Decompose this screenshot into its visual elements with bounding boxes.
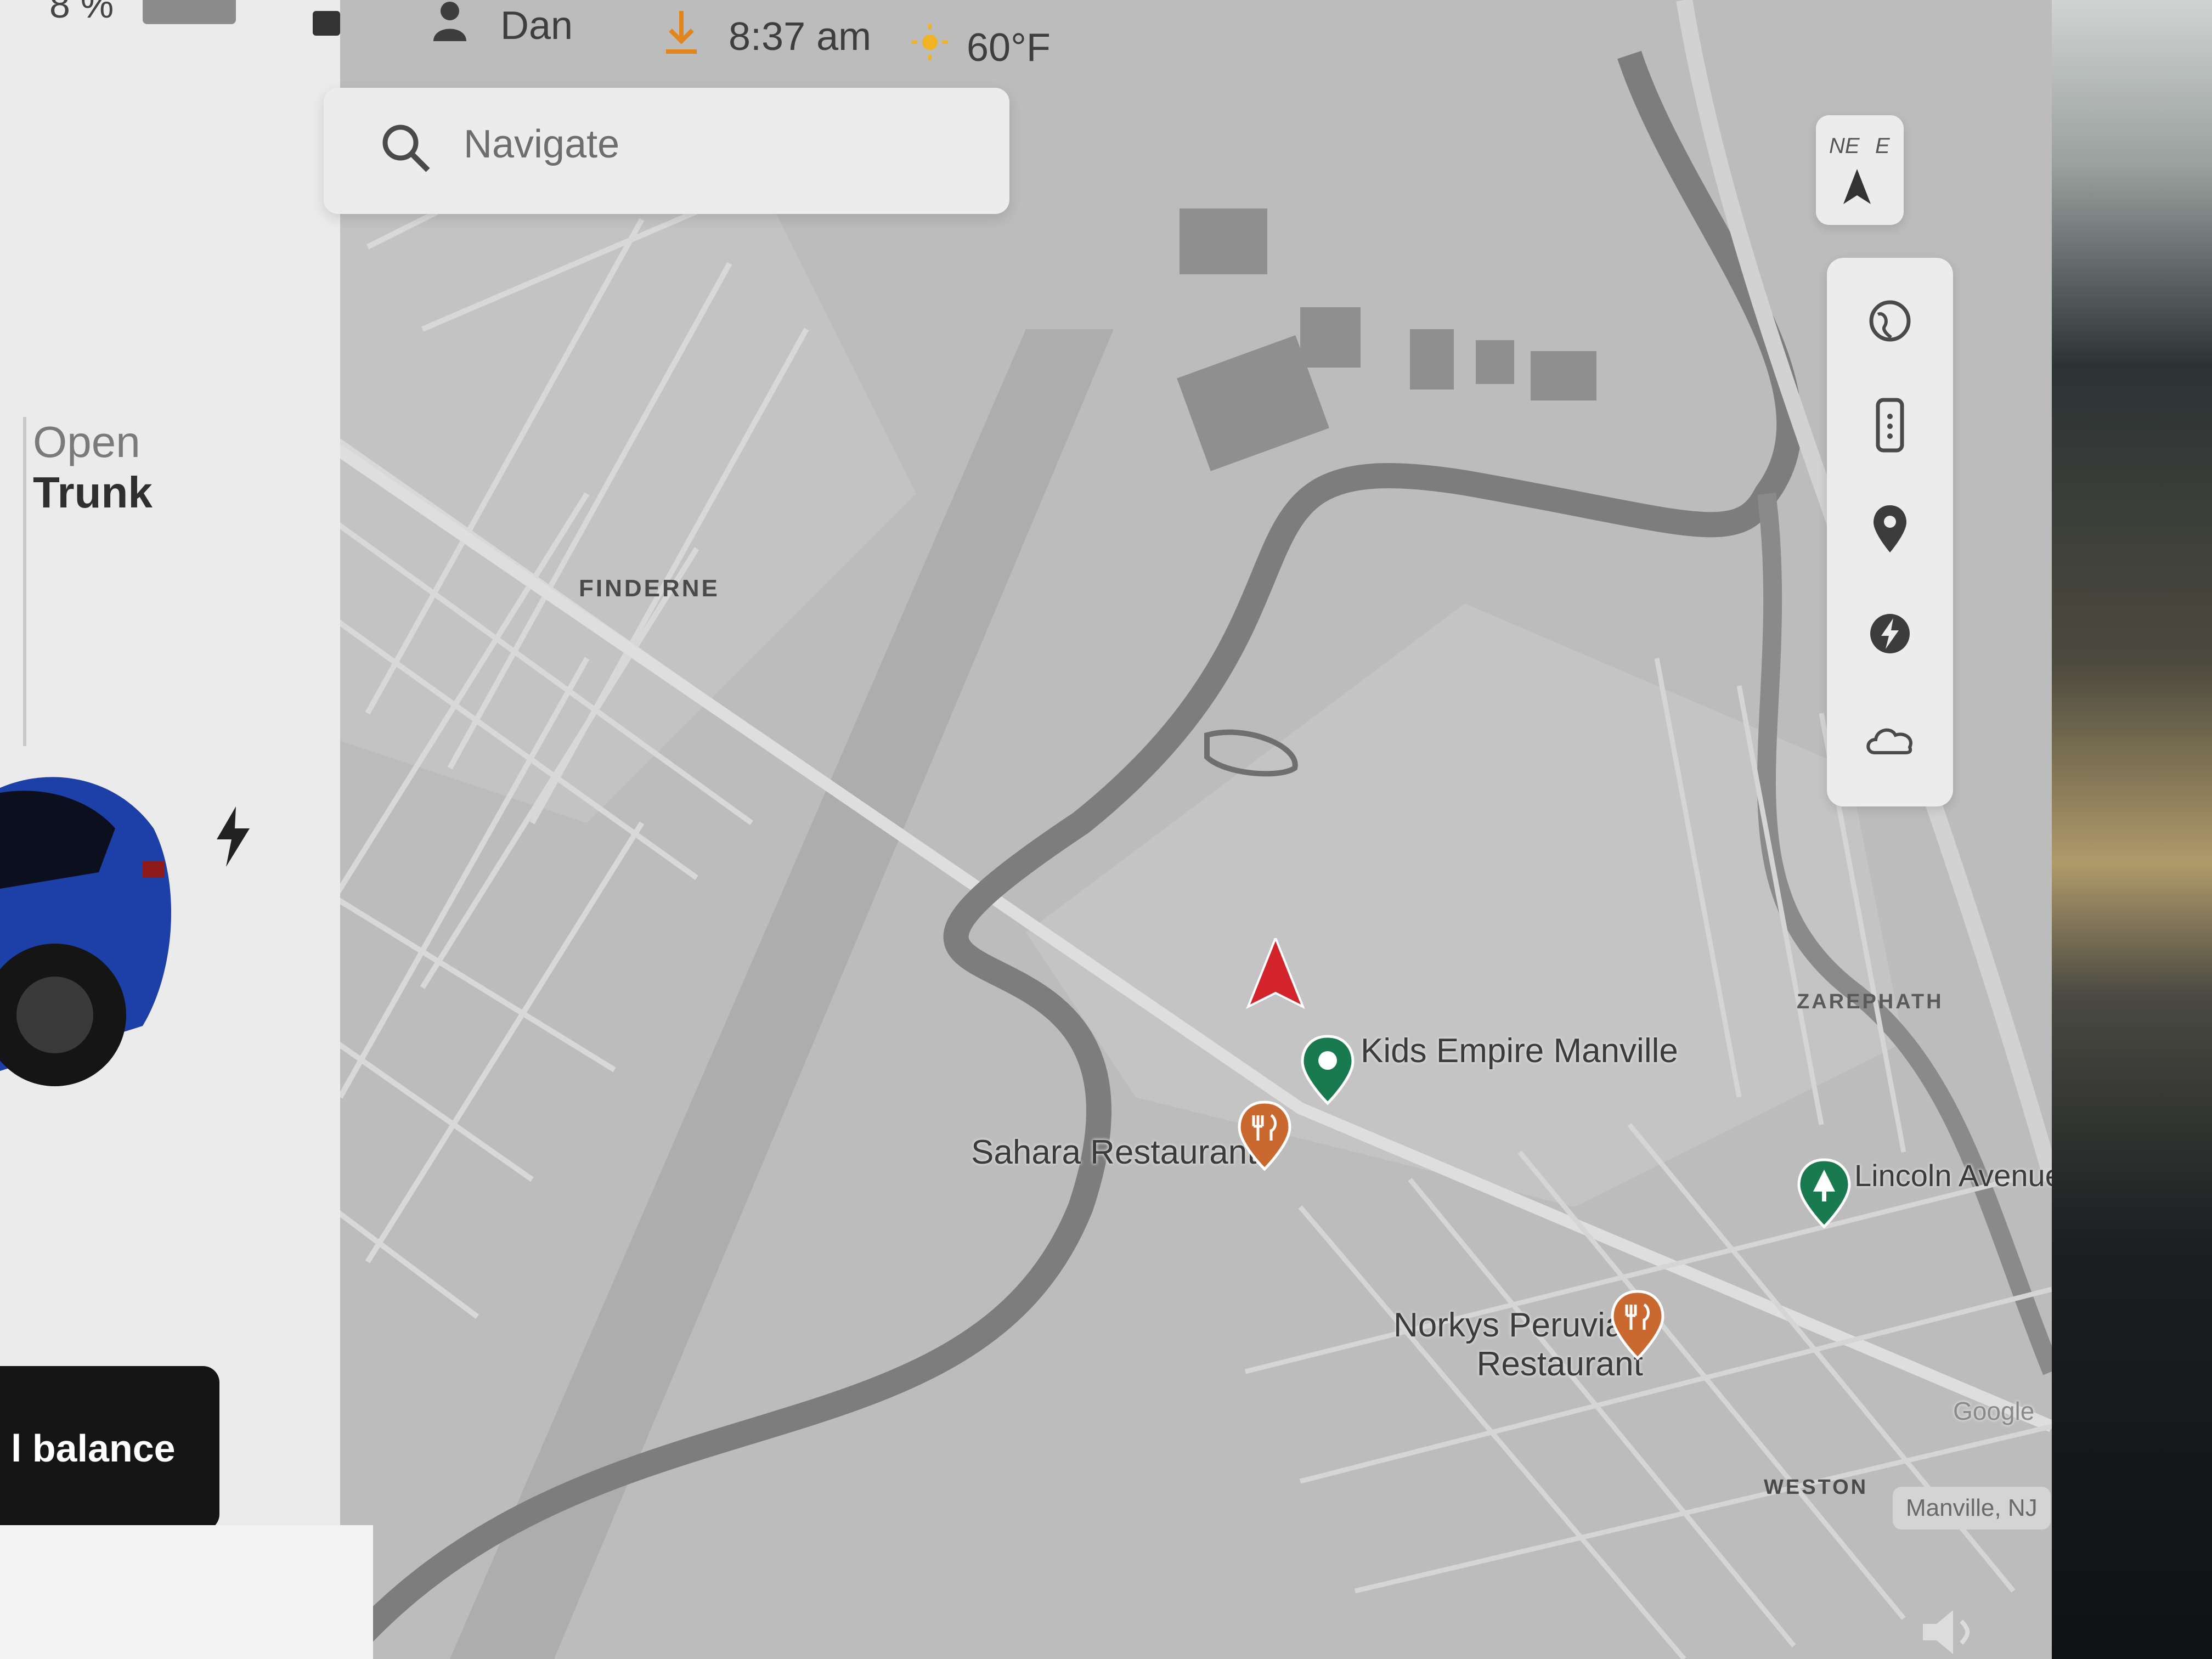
charging-icon	[1870, 614, 1910, 653]
poi-pin-icon	[1301, 1035, 1355, 1105]
sun-icon	[912, 24, 948, 60]
globe-icon	[1869, 300, 1911, 342]
area-label-finderne: FINDERNE	[579, 575, 720, 602]
user-name[interactable]: Dan	[500, 3, 573, 48]
map-view[interactable]	[258, 0, 2052, 1659]
weather-icon	[1866, 728, 1912, 754]
balance-button[interactable]: l balance	[0, 1366, 219, 1531]
restaurant-icon	[1611, 1290, 1664, 1361]
phone-button[interactable]	[1849, 384, 1931, 466]
search-icon	[382, 125, 430, 172]
poi-label-norkys: Norkys Peruvian Restaurant	[1393, 1306, 1643, 1384]
car-image	[0, 777, 171, 1086]
clock-time: 8:37 am	[729, 15, 872, 59]
compass-button[interactable]: NE E	[1816, 115, 1904, 225]
download-icon[interactable]	[664, 11, 699, 55]
open-trunk-button[interactable]: Open Trunk	[33, 417, 153, 518]
poi-label-kids-empire: Kids Empire Manville	[1361, 1032, 1678, 1070]
location-badge: Manville, NJ	[1893, 1487, 2051, 1530]
map-attribution: Google	[1953, 1397, 2035, 1425]
compass-ne-label: NE	[1829, 134, 1860, 158]
map-controls	[1827, 258, 1953, 806]
lock-icon[interactable]	[307, 0, 346, 38]
pin-icon	[1874, 505, 1906, 552]
volume-icon[interactable]	[1920, 1607, 1980, 1657]
places-button[interactable]	[1849, 488, 1931, 571]
car-interior-background	[2030, 0, 2212, 1659]
poi-label-lincoln: Lincoln Avenue	[1854, 1158, 2052, 1193]
phone-icon	[1876, 398, 1904, 453]
poi-label-sahara: Sahara Restaurant	[971, 1133, 1257, 1171]
search-placeholder: Navigate	[464, 122, 620, 166]
panel-card	[0, 1525, 373, 1659]
restaurant-icon	[1238, 1101, 1291, 1171]
charging-bolt-icon	[217, 806, 250, 867]
poi-label-norkys-line1: Norkys Peruvian	[1393, 1306, 1643, 1344]
trunk-label-line2: Trunk	[33, 468, 153, 517]
area-label-weston: WESTON	[1764, 1476, 1869, 1499]
navigation-arrow-icon	[1246, 938, 1305, 1009]
compass-arrow-icon	[1843, 169, 1871, 204]
status-bar: Dan 8:37 am 60°F	[0, 0, 1207, 70]
area-label-zarephath: ZAREPHATH	[1797, 990, 1944, 1013]
compass-e-label: E	[1875, 134, 1890, 158]
touchscreen: 8 % Open Trunk l balance Dan 8:37 am 60°…	[0, 0, 2052, 1659]
map-canvas	[258, 0, 2052, 1659]
weather-button[interactable]	[1849, 697, 1931, 779]
user-icon	[433, 2, 466, 41]
vehicle-panel: 8 % Open Trunk l balance	[0, 0, 373, 1659]
globe-button[interactable]	[1849, 280, 1931, 362]
trunk-label-line1: Open	[33, 417, 140, 466]
outside-temperature: 60°F	[967, 26, 1051, 70]
navigate-search-bar[interactable]: Navigate	[324, 88, 1009, 214]
poi-label-norkys-line2: Restaurant	[1476, 1345, 1643, 1383]
park-icon	[1797, 1158, 1851, 1229]
charging-button[interactable]	[1849, 592, 1931, 675]
panel-divider	[23, 417, 26, 746]
